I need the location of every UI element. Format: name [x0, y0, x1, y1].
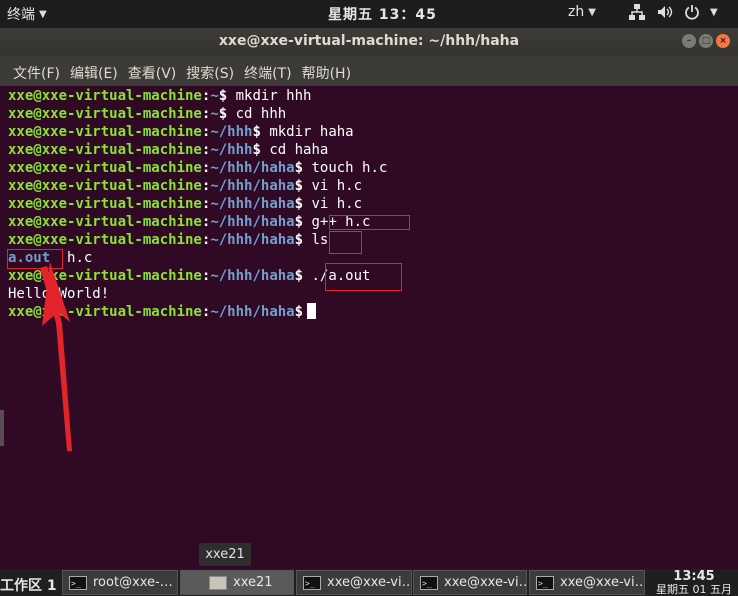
maximize-button[interactable]: □: [699, 34, 713, 48]
taskbar-item[interactable]: >_ xxe@xxe-vi…: [529, 570, 645, 595]
language-label: zh: [568, 4, 585, 20]
network-icon[interactable]: [628, 3, 646, 21]
volume-icon[interactable]: [656, 3, 674, 21]
task-label: xxe@xxe-vi…: [444, 575, 527, 590]
terminal-icon: >_: [536, 575, 554, 590]
taskbar-item[interactable]: >_ xxe@xxe-vi…: [413, 570, 527, 595]
clock-time: 13:45: [673, 569, 715, 584]
minimize-button[interactable]: –: [682, 34, 696, 48]
clock-date: 星期五 01 五月: [656, 584, 732, 596]
menu-view[interactable]: 查看(V): [128, 63, 177, 83]
file-manager-icon: [209, 575, 227, 590]
menu-file[interactable]: 文件(F): [13, 63, 60, 83]
taskbar-clock[interactable]: 13:45 星期五 01 五月: [650, 569, 738, 596]
panel-clock[interactable]: 星期五 13：45: [328, 4, 437, 24]
menu-help[interactable]: 帮助(H): [302, 63, 351, 83]
taskbar-item[interactable]: >_ root@xxe-…: [62, 570, 178, 595]
task-label: xxe21: [233, 575, 273, 590]
taskbar-item[interactable]: xxe21: [180, 570, 294, 595]
task-tooltip: xxe21: [199, 543, 251, 566]
window-controls: – □ ×: [682, 34, 730, 48]
workspace-switcher[interactable]: 工作区 1: [0, 575, 57, 595]
chevron-down-icon: ▼: [588, 6, 596, 18]
system-tray[interactable]: ▼: [628, 3, 718, 21]
top-panel: 终端 ▼ 星期五 13：45 zh ▼ ▼: [0, 0, 738, 28]
menu-bar: 文件(F) 编辑(E) 查看(V) 搜索(S) 终端(T) 帮助(H): [0, 56, 738, 86]
window-title: xxe@xxe-virtual-machine: ~/hhh/haha: [218, 33, 520, 49]
text-cursor: [307, 303, 317, 319]
annotation-box: [329, 231, 362, 254]
power-icon[interactable]: [684, 4, 700, 20]
taskbar-item[interactable]: >_ xxe@xxe-vi…: [296, 570, 412, 595]
close-button[interactable]: ×: [716, 34, 730, 48]
annotation-box: [325, 263, 402, 291]
menu-edit[interactable]: 编辑(E): [70, 63, 118, 83]
menu-search[interactable]: 搜索(S): [186, 63, 234, 83]
app-menu[interactable]: 终端 ▼: [7, 4, 47, 24]
annotation-arrow-icon: [40, 262, 72, 451]
app-name: 终端: [7, 7, 35, 23]
menu-terminal[interactable]: 终端(T): [244, 63, 291, 83]
terminal-icon: >_: [303, 575, 321, 590]
task-label: xxe@xxe-vi…: [560, 575, 645, 590]
bottom-taskbar: 工作区 1 >_ root@xxe-… xxe21 >_ xxe@xxe-vi……: [0, 569, 738, 596]
task-label: root@xxe-…: [93, 575, 173, 590]
terminal-icon: >_: [420, 575, 438, 590]
annotation-box: [329, 215, 410, 230]
window-titlebar[interactable]: xxe@xxe-virtual-machine: ~/hhh/haha – □ …: [0, 28, 738, 56]
terminal-icon: >_: [69, 575, 87, 590]
chevron-down-icon: ▼: [39, 8, 47, 20]
task-label: xxe@xxe-vi…: [327, 575, 412, 590]
chevron-down-icon: ▼: [710, 6, 718, 18]
language-indicator[interactable]: zh ▼: [568, 4, 596, 20]
